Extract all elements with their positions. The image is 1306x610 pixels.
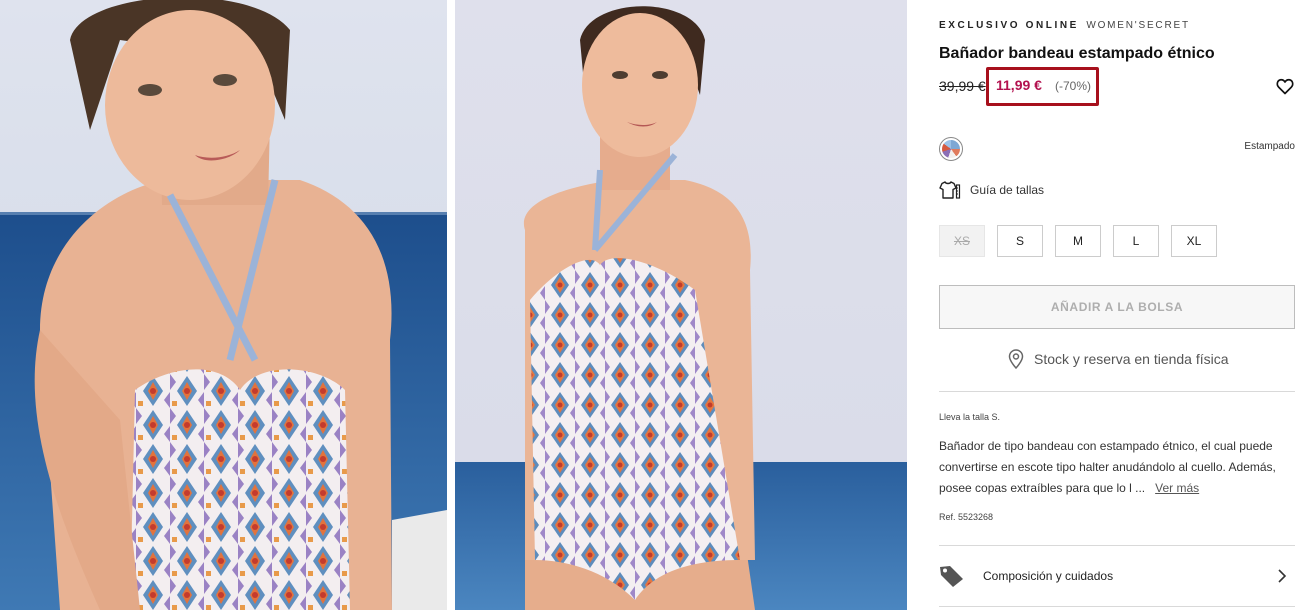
store-stock-link[interactable]: Stock y reserva en tienda física [1007, 349, 1229, 369]
composition-care-label: Composición y cuidados [983, 569, 1114, 583]
size-button-xs[interactable]: XS [939, 225, 985, 257]
size-button-l[interactable]: L [1113, 225, 1159, 257]
chevron-right-icon [1278, 569, 1287, 583]
brand-name: WOMEN'SECRET [1086, 20, 1190, 31]
product-image-1[interactable] [0, 0, 447, 610]
size-selector: XS S M L XL [939, 225, 1217, 257]
size-guide-label: Guía de tallas [970, 183, 1045, 197]
tag-icon [940, 566, 963, 587]
product-image-2[interactable] [455, 0, 907, 610]
selected-color-name: Estampado [1244, 141, 1295, 152]
composition-care-accordion[interactable]: Composición y cuidados [939, 562, 1295, 590]
divider [939, 391, 1295, 392]
size-button-s[interactable]: S [997, 225, 1043, 257]
model-size-note: Lleva la talla S. [939, 412, 1001, 422]
color-swatch-estampado[interactable] [939, 137, 963, 161]
divider [939, 606, 1295, 607]
wishlist-button[interactable] [1275, 76, 1295, 96]
product-reference: Ref. 5523268 [939, 512, 994, 522]
location-pin-icon [1008, 349, 1024, 369]
product-description: Bañador de tipo bandeau con estampado ét… [939, 436, 1289, 499]
size-button-m[interactable]: M [1055, 225, 1101, 257]
swatch-pattern [942, 140, 960, 158]
price-row: 39,99 € 11,99 € (-70%) [939, 67, 1295, 106]
size-guide-link[interactable]: Guía de tallas [939, 180, 1044, 200]
product-info-panel: EXCLUSIVO ONLINE WOMEN'SECRET Bañador ba… [939, 0, 1295, 610]
discount-percentage: (-70%) [1055, 79, 1092, 93]
exclusive-online-badge: EXCLUSIVO ONLINE [939, 20, 1079, 31]
brand-line: EXCLUSIVO ONLINE WOMEN'SECRET [939, 20, 1190, 31]
original-price: 39,99 € [939, 78, 986, 94]
product-title: Bañador bandeau estampado étnico [939, 45, 1215, 62]
description-text: Bañador de tipo bandeau con estampado ét… [939, 439, 1276, 495]
add-to-bag-button[interactable]: AÑADIR A LA BOLSA [939, 285, 1295, 329]
size-button-xl[interactable]: XL [1171, 225, 1217, 257]
read-more-link[interactable]: Ver más [1155, 481, 1199, 495]
divider [939, 545, 1295, 546]
sale-price: 11,99 € [996, 77, 1042, 93]
heart-icon [1276, 78, 1294, 95]
store-stock-label: Stock y reserva en tienda física [1034, 351, 1229, 367]
t-shirt-ruler-icon [939, 181, 961, 199]
